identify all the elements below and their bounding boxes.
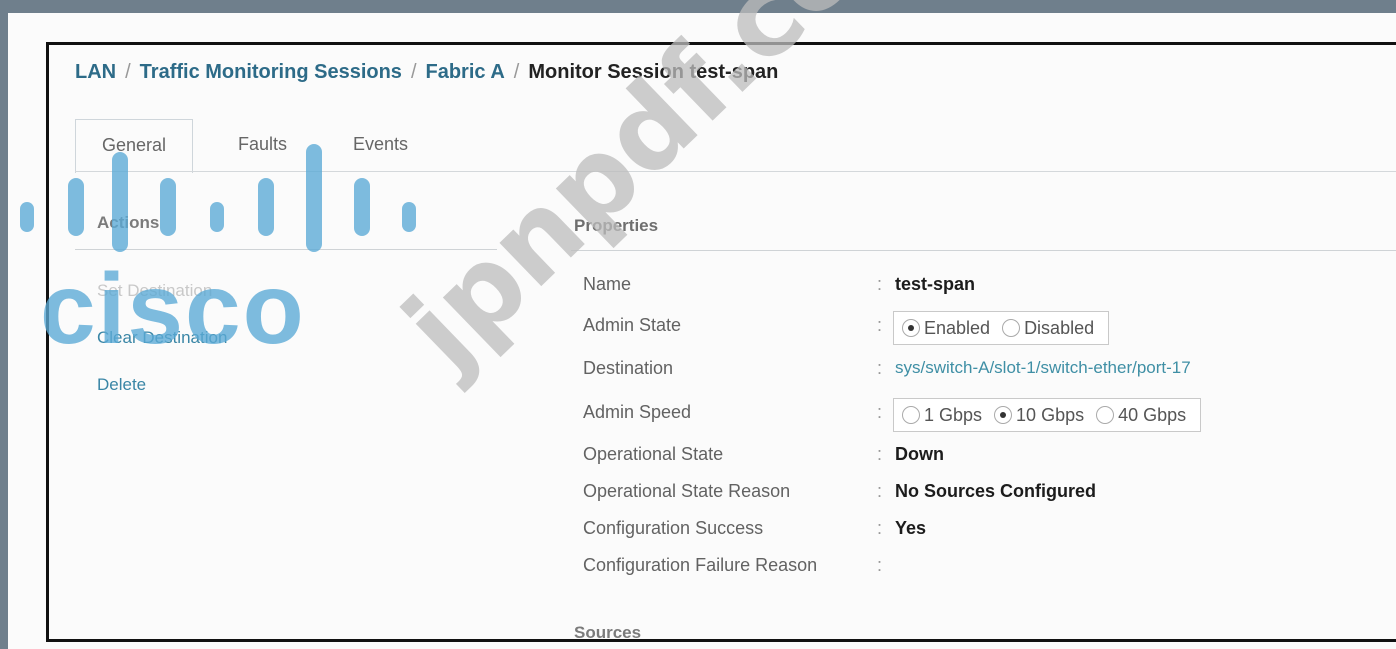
admin-state-enabled-option[interactable]: Enabled [902,318,990,339]
cisco-wordmark: cisco [40,253,306,365]
breadcrumb-lan[interactable]: LAN [75,61,116,83]
property-label: Admin State [583,315,682,335]
property-row-name: Name : test-span [583,274,1383,304]
property-row-admin-state: Admin State : Enabled Disabled [583,311,1383,345]
option-label: Disabled [1024,317,1095,338]
property-colon: : [877,358,883,378]
property-colon: : [877,481,883,501]
admin-state-radio-group: Enabled Disabled [893,311,1110,345]
breadcrumb-separator: / [513,61,520,83]
property-colon: : [877,555,883,575]
property-label: Destination [583,358,674,378]
speed-1gbps-option[interactable]: 1 Gbps [902,405,982,426]
admin-state-disabled-option[interactable]: Disabled [1002,318,1094,339]
property-row-admin-speed: Admin Speed : 1 Gbps 10 Gbps 40 Gbps [583,398,1383,432]
property-label: Admin Speed [583,402,692,422]
breadcrumb-traffic-monitoring-sessions[interactable]: Traffic Monitoring Sessions [140,61,402,83]
name-value: test-span [895,274,976,294]
destination-link[interactable]: sys/switch-A/slot-1/switch-ether/port-17 [895,358,1191,378]
sources-heading: Sources [574,623,642,642]
breadcrumb-fabric-a[interactable]: Fabric A [426,61,505,83]
property-colon: : [877,444,883,464]
property-row-operational-state: Operational State : Down [583,444,1383,474]
property-label: Configuration Failure Reason [583,555,818,575]
admin-speed-radio-group: 1 Gbps 10 Gbps 40 Gbps [893,398,1202,432]
speed-40gbps-option[interactable]: 40 Gbps [1096,405,1186,426]
operational-state-reason-value: No Sources Configured [895,481,1097,501]
property-label: Operational State [583,444,724,464]
radio-selected-icon[interactable] [902,319,920,337]
operational-state-value: Down [895,444,944,464]
property-row-destination: Destination : sys/switch-A/slot-1/switch… [583,358,1383,388]
property-label: Name [583,274,632,294]
delete-action[interactable]: Delete [97,375,146,395]
option-label: 1 Gbps [924,404,983,425]
property-label: Operational State Reason [583,481,791,501]
radio-unselected-icon[interactable] [1002,319,1021,337]
property-label: Configuration Success [583,518,764,538]
option-label: 10 Gbps [1016,404,1085,425]
radio-selected-icon[interactable] [994,406,1013,424]
radio-unselected-icon[interactable] [1096,406,1115,424]
option-label: 40 Gbps [1118,404,1187,425]
property-colon: : [877,315,883,335]
breadcrumb-separator: / [125,61,131,83]
properties-divider [571,250,1396,251]
property-colon: : [877,402,883,422]
speed-10gbps-option[interactable]: 10 Gbps [994,405,1084,426]
property-colon: : [877,518,883,538]
breadcrumb-separator: / [410,61,417,83]
property-colon: : [877,274,883,294]
property-row-operational-state-reason: Operational State Reason : No Sources Co… [583,481,1383,511]
radio-unselected-icon[interactable] [902,406,920,424]
configuration-success-value: Yes [895,518,927,538]
option-label: Enabled [924,317,991,338]
property-row-configuration-success: Configuration Success : Yes [583,518,1383,548]
property-row-configuration-failure-reason: Configuration Failure Reason : [583,555,1383,585]
